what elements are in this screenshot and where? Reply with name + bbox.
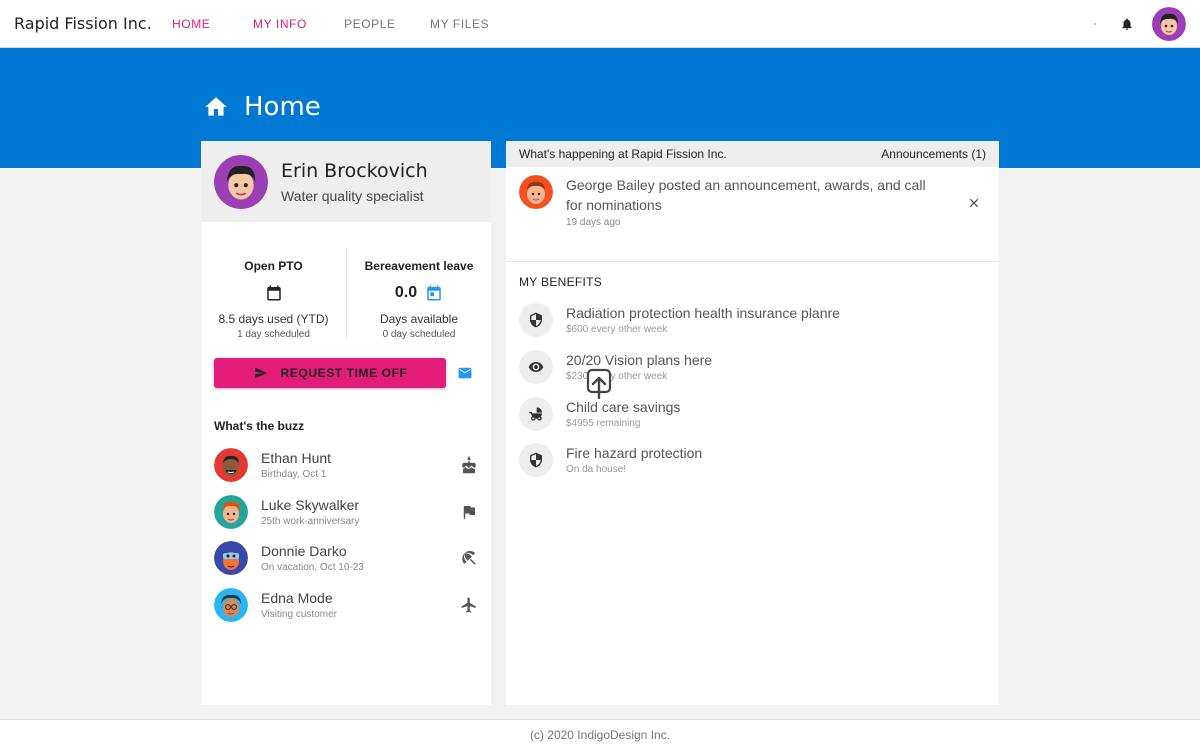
nav-my-info[interactable]: MY INFO (253, 17, 307, 31)
calendar-icon[interactable] (425, 284, 443, 302)
benefit-name: Child care savings (566, 399, 681, 415)
buzz-sub: 25th work-anniversary (261, 516, 360, 527)
announcement-item[interactable]: George Bailey posted an announcement, aw… (519, 175, 989, 228)
stroller-icon (519, 397, 553, 431)
profile-card: Erin Brockovich Water quality specialist… (201, 141, 491, 705)
top-app-bar: Rapid Fission Inc. HOME MY INFO PEOPLE M… (0, 0, 1200, 48)
benefit-sub: $600 every other week (566, 324, 668, 335)
open-pto-used: 8.5 days used (YTD) (218, 312, 329, 326)
nav-people[interactable]: PEOPLE (344, 17, 396, 31)
avatar (214, 588, 248, 622)
request-time-off-button[interactable]: REQUEST TIME OFF (214, 358, 446, 388)
announcement-time: 19 days ago (566, 217, 621, 228)
avatar (519, 175, 553, 209)
home-icon (205, 97, 227, 116)
buzz-item[interactable]: Ethan Hunt Birthday, Oct 1 (214, 445, 478, 485)
footer: (c) 2020 IndigoDesign Inc. (0, 719, 1200, 750)
shield-icon (519, 443, 553, 477)
benefit-name: Radiation protection health insurance pl… (566, 305, 840, 321)
send-icon (254, 367, 267, 379)
buzz-sub: On vacation, Oct 10-23 (261, 562, 364, 573)
page-title: Home (202, 92, 321, 122)
buzz-sub: Visiting customer (261, 609, 337, 620)
benefit-name: 20/20 Vision plans here (566, 352, 713, 368)
nav-my-files[interactable]: MY FILES (430, 17, 489, 31)
news-header: What's happening at Rapid Fission Inc. A… (506, 141, 999, 167)
profile-role: Water quality specialist (281, 187, 424, 204)
benefit-item[interactable]: 20/20 Vision plans here $230 every other… (519, 347, 919, 387)
profile-name: Erin Brockovich (281, 159, 428, 182)
benefit-item[interactable]: Child care savings $4955 remaining (519, 394, 919, 434)
avatar (214, 541, 248, 575)
avatar (214, 495, 248, 529)
buzz-title: What's the buzz (214, 419, 305, 433)
benefit-item[interactable]: Radiation protection health insurance pl… (519, 300, 919, 340)
dot-separator (1094, 23, 1096, 25)
announcements-count[interactable]: Announcements (1) (881, 147, 986, 161)
beach-umbrella-icon (462, 551, 476, 565)
bereavement-value: 0.0 (394, 284, 418, 301)
divider (506, 261, 999, 262)
news-card: What's happening at Rapid Fission Inc. A… (506, 141, 999, 705)
profile-avatar (214, 154, 268, 209)
flag-icon (463, 506, 475, 519)
buzz-sub: Birthday, Oct 1 (261, 469, 327, 480)
bereavement-scheduled: 0 day scheduled (382, 329, 456, 340)
benefits-title: MY BENEFITS (519, 275, 603, 289)
bereavement-title: Bereavement leave (364, 259, 474, 273)
bereavement-leave: Bereavement leave 0.0 Days available 0 d… (346, 249, 491, 340)
buzz-item[interactable]: Luke Skywalker 25th work-anniversary (214, 492, 478, 532)
buzz-name: Ethan Hunt (261, 450, 332, 466)
page-title-text: Home (244, 92, 321, 122)
buzz-name: Donnie Darko (261, 543, 347, 559)
buzz-name: Edna Mode (261, 590, 333, 606)
open-pto: Open PTO 8.5 days used (YTD) 1 day sched… (201, 249, 346, 340)
benefit-sub: On da house! (566, 464, 627, 475)
bereavement-available: Days available (379, 312, 459, 326)
open-pto-title: Open PTO (244, 259, 303, 273)
benefit-name: Fire hazard protection (566, 445, 703, 461)
brand-name: Rapid Fission Inc. (14, 14, 152, 33)
request-time-off-label: REQUEST TIME OFF (280, 366, 408, 380)
pto-summary: Open PTO 8.5 days used (YTD) 1 day sched… (201, 249, 491, 340)
close-icon[interactable] (967, 196, 981, 210)
drag-cursor-icon (586, 368, 612, 400)
benefit-sub: $4955 remaining (566, 418, 641, 429)
buzz-item[interactable]: Edna Mode Visiting customer (214, 585, 478, 625)
buzz-item[interactable]: Donnie Darko On vacation, Oct 10-23 (214, 538, 478, 578)
calendar-icon (266, 285, 281, 301)
eye-icon (519, 350, 553, 384)
profile-header: Erin Brockovich Water quality specialist (201, 141, 491, 222)
mail-icon[interactable] (458, 367, 472, 379)
news-header-title: What's happening at Rapid Fission Inc. (519, 147, 727, 161)
benefit-item[interactable]: Fire hazard protection On da house! (519, 440, 919, 480)
bell-icon[interactable] (1120, 16, 1134, 32)
nav-home[interactable]: HOME (172, 17, 210, 31)
shield-icon (519, 303, 553, 337)
cake-icon (462, 456, 476, 474)
open-pto-scheduled: 1 day scheduled (237, 329, 310, 340)
avatar (214, 448, 248, 482)
buzz-name: Luke Skywalker (261, 497, 360, 513)
announcement-title: George Bailey posted an announcement, aw… (566, 177, 926, 213)
user-avatar[interactable] (1152, 7, 1186, 41)
airplane-icon (461, 597, 476, 613)
